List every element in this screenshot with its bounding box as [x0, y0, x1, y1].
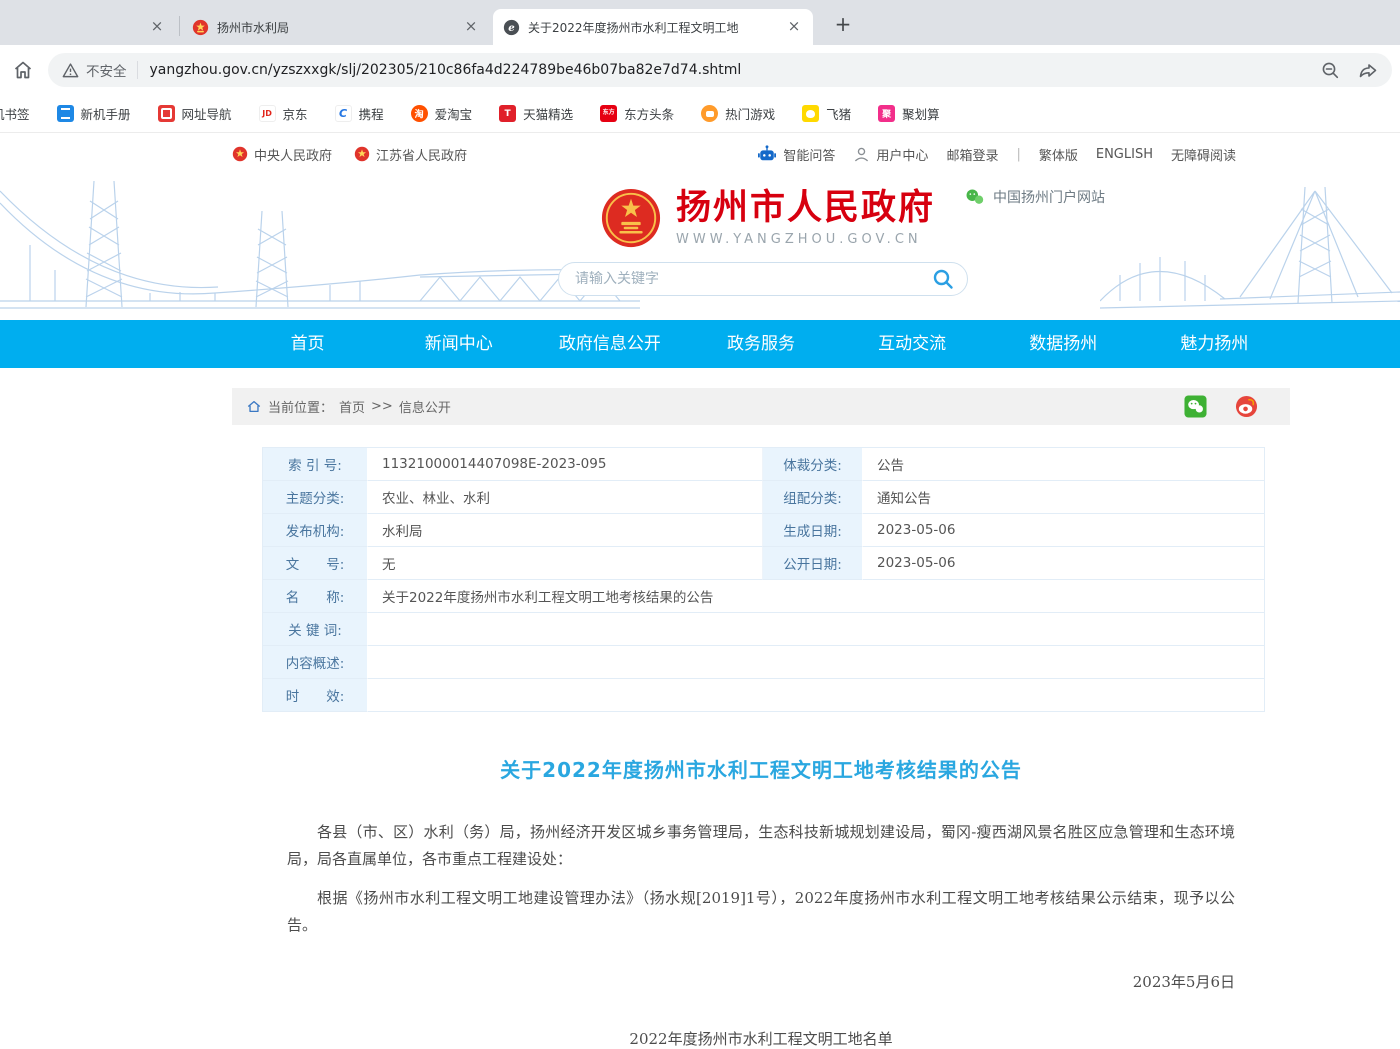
gov-emblem-icon — [192, 19, 209, 36]
close-icon[interactable]: × — [462, 18, 480, 36]
address-bar[interactable]: 不安全 yangzhou.gov.cn/yzszxxgk/slj/202305/… — [48, 53, 1392, 87]
link-smart-qa[interactable]: 智能问答 — [757, 145, 835, 164]
site-name: 扬州市人民政府 — [676, 189, 935, 228]
link-user-center[interactable]: 用户中心 — [853, 145, 928, 164]
share-wechat-icon[interactable] — [1184, 395, 1207, 418]
tab-announcement-active[interactable]: e 关于2022年度扬州市水利工程文明工地 × — [493, 9, 813, 45]
browser-logo-icon: e — [503, 19, 520, 36]
bookmark-item[interactable]: 聚 聚划算 — [878, 104, 940, 123]
article-list-title: 2022年度扬州市水利工程文明工地名单 — [287, 1028, 1235, 1049]
bookmark-item[interactable]: 淘 爱淘宝 — [411, 104, 473, 123]
bookmarks-bar: 机书签 新机手册 网址导航 JD 京东 C 携程 淘 爱淘宝 T 天猫精选 东方… — [0, 95, 1400, 133]
share-icon[interactable] — [1358, 61, 1378, 80]
article-paragraph: 各县（市、区）水利（务）局，扬州经济开发区城乡事务管理局，生态科技新城规划建设局… — [287, 819, 1235, 873]
jd-icon: JD — [259, 105, 276, 122]
tab-title: 关于2022年度扬州市水利工程文明工地 — [528, 19, 777, 36]
article-title: 关于2022年度扬州市水利工程文明工地考核结果的公告 — [287, 754, 1235, 783]
warning-icon — [62, 62, 79, 79]
main-nav: 首页 新闻中心 政府信息公开 政务服务 互动交流 数据扬州 魅力扬州 — [0, 320, 1400, 368]
wechat-icon — [965, 188, 985, 206]
juhuasuan-icon: 聚 — [878, 105, 895, 122]
table-row: 发布机构: 水利局 生成日期: 2023-05-06 — [263, 514, 1264, 547]
bookmark-item[interactable]: 网址导航 — [158, 104, 232, 123]
utility-divider: | — [1016, 147, 1020, 162]
portal-wechat-link[interactable]: 中国扬州门户网站 — [965, 187, 1105, 207]
game-icon — [701, 105, 718, 122]
site-banner: 扬州市人民政府 WWW.YANGZHOU.GOV.CN 中国扬州门户网站 — [0, 175, 1400, 320]
site-utility-bar: 中央人民政府 江苏省人民政府 智能问答 用户中心 邮箱登录 | 繁体版 — [0, 133, 1400, 175]
bookmark-item[interactable]: C 携程 — [335, 104, 384, 123]
table-row: 文 号: 无 公开日期: 2023-05-06 — [263, 547, 1264, 580]
manual-icon — [57, 105, 74, 122]
link-traditional[interactable]: 繁体版 — [1039, 145, 1078, 164]
omnibox-divider — [137, 61, 138, 79]
table-row: 名 称: 关于2022年度扬州市水利工程文明工地考核结果的公告 — [263, 580, 1264, 613]
tab-divider — [179, 16, 180, 36]
nav-home[interactable]: 首页 — [232, 320, 383, 368]
fliggy-icon — [802, 105, 819, 122]
article-paragraph: 根据《扬州市水利工程文明工地建设管理办法》（扬水规[2019]1号），2022年… — [287, 885, 1235, 939]
bridge-art-left — [0, 175, 640, 320]
tmall-icon: T — [499, 105, 516, 122]
link-jiangsu-gov[interactable]: 江苏省人民政府 — [354, 145, 467, 164]
site-url: WWW.YANGZHOU.GOV.CN — [676, 232, 935, 247]
bookmark-item[interactable]: JD 京东 — [259, 104, 308, 123]
search-input[interactable] — [575, 271, 931, 287]
nav-interaction[interactable]: 互动交流 — [837, 320, 988, 368]
bookmark-item[interactable]: 飞猪 — [802, 104, 851, 123]
taobao-icon: 淘 — [411, 105, 428, 122]
close-icon[interactable]: × — [785, 18, 803, 36]
bridge-art-right — [1100, 175, 1400, 320]
article-date: 2023年5月6日 — [287, 971, 1235, 992]
zoom-out-icon[interactable] — [1321, 61, 1340, 80]
bookmark-item[interactable]: 新机手册 — [57, 104, 131, 123]
dongfang-icon: 东方 — [600, 105, 617, 122]
tab-strip: × 扬州市水利局 × e 关于2022年度扬州市水利工程文明工地 × + — [0, 0, 1400, 45]
new-tab-button[interactable]: + — [828, 10, 858, 40]
bookmark-item[interactable]: 热门游戏 — [701, 104, 775, 123]
link-central-gov[interactable]: 中央人民政府 — [232, 145, 332, 164]
table-row: 主题分类: 农业、林业、水利 组配分类: 通知公告 — [263, 481, 1264, 514]
share-weibo-icon[interactable] — [1235, 395, 1258, 418]
nav-services[interactable]: 政务服务 — [685, 320, 836, 368]
link-english[interactable]: ENGLISH — [1096, 147, 1153, 162]
bookmark-item[interactable]: 机书签 — [0, 104, 30, 123]
table-row: 时 效: — [263, 679, 1264, 712]
table-row: 内容概述: — [263, 646, 1264, 679]
bookmark-item[interactable]: T 天猫精选 — [499, 104, 573, 123]
national-emblem-icon — [600, 187, 662, 249]
ctrip-icon: C — [335, 105, 352, 122]
tab-shuiliju[interactable]: 扬州市水利局 × — [182, 9, 490, 45]
table-row: 索 引 号: 11321000014407098E-2023-095 体裁分类:… — [263, 448, 1264, 481]
content-container: 当前位置： 首页 >> 信息公开 索 引 号: 1132100001440709… — [232, 368, 1290, 1049]
breadcrumb-home-icon — [246, 399, 262, 414]
site-nav-icon — [158, 105, 175, 122]
security-label[interactable]: 不安全 — [86, 60, 127, 80]
link-mail-login[interactable]: 邮箱登录 — [946, 145, 998, 164]
svg-text:e: e — [508, 21, 515, 33]
breadcrumb-current[interactable]: 信息公开 — [399, 397, 451, 416]
breadcrumb: 当前位置： 首页 >> 信息公开 — [232, 388, 1290, 425]
article: 关于2022年度扬州市水利工程文明工地考核结果的公告 各县（市、区）水利（务）局… — [232, 754, 1290, 1049]
url-text[interactable]: yangzhou.gov.cn/yzszxxgk/slj/202305/210c… — [150, 62, 1312, 78]
site-search — [558, 262, 968, 296]
home-icon[interactable] — [12, 59, 34, 81]
nav-charm[interactable]: 魅力扬州 — [1139, 320, 1290, 368]
tab-title: 扬州市水利局 — [217, 19, 454, 36]
link-accessibility[interactable]: 无障碍阅读 — [1171, 145, 1236, 164]
bookmark-item[interactable]: 东方 东方头条 — [600, 104, 674, 123]
nav-info-disclosure[interactable]: 政府信息公开 — [534, 320, 685, 368]
metadata-table: 索 引 号: 11321000014407098E-2023-095 体裁分类:… — [262, 447, 1265, 712]
nav-data[interactable]: 数据扬州 — [988, 320, 1139, 368]
close-icon[interactable]: × — [148, 18, 166, 36]
table-row: 关 键 词: — [263, 613, 1264, 646]
nav-news[interactable]: 新闻中心 — [383, 320, 534, 368]
url-toolbar: 不安全 yangzhou.gov.cn/yzszxxgk/slj/202305/… — [0, 45, 1400, 95]
tab-partial[interactable]: × — [0, 9, 178, 45]
breadcrumb-prefix: 当前位置： — [268, 397, 333, 416]
search-icon[interactable] — [931, 267, 955, 291]
breadcrumb-home-link[interactable]: 首页 — [339, 397, 365, 416]
breadcrumb-separator: >> — [371, 399, 393, 414]
